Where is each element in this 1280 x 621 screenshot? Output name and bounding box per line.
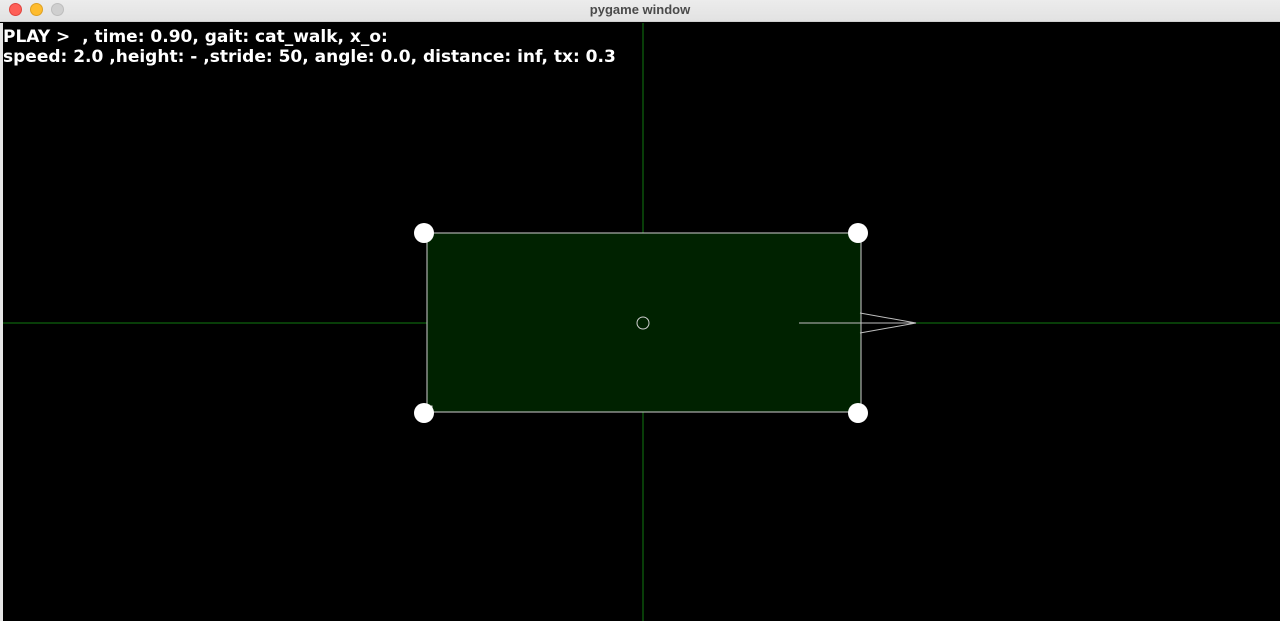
- pygame-window: pygame window PLAY > , time: 0.90, gait:…: [0, 0, 1280, 621]
- status-line-play: PLAY > , time: 0.90, gait: cat_walk, x_o…: [3, 27, 388, 47]
- status-line-params: speed: 2.0 ,height: - ,stride: 50, angle…: [3, 47, 616, 67]
- robot-body: [426, 232, 862, 413]
- foot-front-left: [414, 223, 434, 243]
- foot-rear-left: [414, 403, 434, 423]
- foot-front-right: [848, 223, 868, 243]
- robot-scene: [3, 23, 1280, 621]
- foot-rear-right: [848, 403, 868, 423]
